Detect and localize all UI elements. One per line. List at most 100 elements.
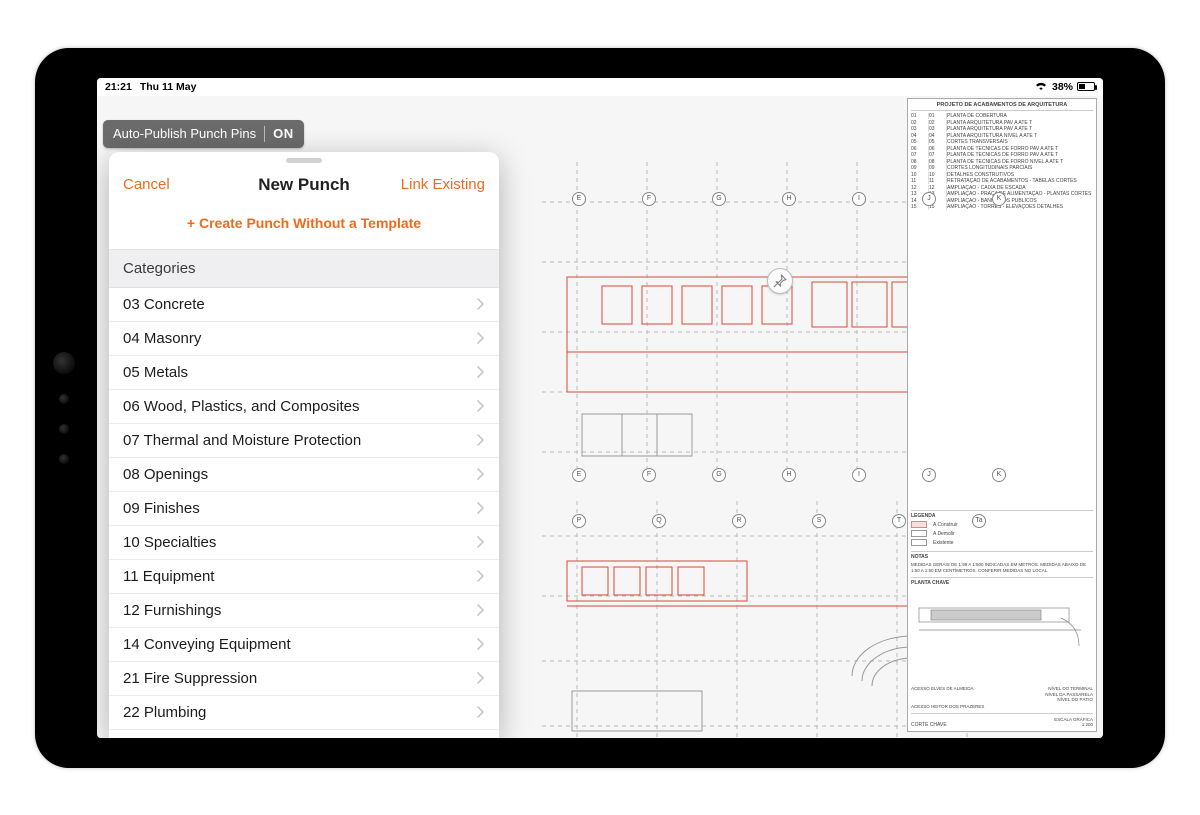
sheet-index-row: 0303PLANTA ARQUITETURA PAV A ATÉ T (911, 126, 1093, 132)
chevron-right-icon (477, 400, 485, 412)
grid-bubble: I (852, 468, 866, 482)
sheet-index-row: 0505CORTES TRANSVERSAIS (911, 139, 1093, 145)
grid-bubble: T (892, 514, 906, 528)
sheet-index-row: 0404PLANTA ARQUITETURA NÍVEL A ATÉ T (911, 133, 1093, 139)
status-date: Thu 11 May (140, 81, 197, 93)
grid-bubble: E (572, 468, 586, 482)
category-row[interactable]: 03 Concrete (109, 288, 499, 322)
tablet-camera-cluster (53, 352, 75, 464)
legend-title: LEGENDA (911, 513, 1093, 519)
titleblock-project-title: PROJETO DE ACABAMENTOS DE ARQUITETURA (911, 102, 1093, 112)
chevron-right-icon (477, 434, 485, 446)
category-row[interactable]: 07 Thermal and Moisture Protection (109, 424, 499, 458)
grid-bubble: K (992, 192, 1006, 206)
chevron-right-icon (477, 332, 485, 344)
popover-title: New Punch (258, 175, 350, 195)
punch-pin-icon[interactable] (767, 268, 793, 294)
auto-publish-label: Auto-Publish Punch Pins (113, 126, 256, 141)
sheet-index-row: 0606PLANTA DE TÉCNICAS DE FORRO PAV A AT… (911, 146, 1093, 152)
grid-bubble: J (922, 468, 936, 482)
category-label: 09 Finishes (123, 500, 200, 517)
legend-row: Existente (911, 539, 1093, 546)
status-bar: 21:21 Thu 11 May 38% (97, 78, 1103, 96)
chevron-right-icon (477, 536, 485, 548)
category-row[interactable]: 21 Fire Suppression (109, 662, 499, 696)
sheet-index-row: 0808PLANTA DE TÉCNICAS DE FORRO NÍVEL A … (911, 159, 1093, 165)
sheet-index-row: 0202PLANTA ARQUITETURA PAV A ATÉ T (911, 120, 1093, 126)
category-row[interactable]: 04 Masonry (109, 322, 499, 356)
category-row[interactable]: 22 Plumbing (109, 696, 499, 730)
chevron-right-icon (477, 298, 485, 310)
category-label: 04 Masonry (123, 330, 201, 347)
new-punch-popover: Cancel New Punch Link Existing + Create … (109, 152, 499, 738)
create-without-template-button[interactable]: + Create Punch Without a Template (109, 207, 499, 249)
category-row[interactable]: 10 Specialties (109, 526, 499, 560)
chevron-right-icon (477, 366, 485, 378)
grid-bubble: H (782, 468, 796, 482)
category-label: 22 Plumbing (123, 704, 206, 721)
grid-bubble: E (572, 192, 586, 206)
section-key-title: CORTE CHAVE (911, 722, 947, 728)
sheet-index-row: 0707PLANTA DE TÉCNICAS DE FORRO PAV A AT… (911, 152, 1093, 158)
category-row[interactable]: 05 Metals (109, 356, 499, 390)
grid-bubble: Q (652, 514, 666, 528)
grid-bubble: H (782, 192, 796, 206)
legend-row: A Demolir (911, 530, 1093, 537)
keyplan-title: PLANTA CHAVE (911, 580, 1093, 586)
grid-bubble: F (642, 468, 656, 482)
chevron-right-icon (477, 604, 485, 616)
category-row[interactable]: 11 Equipment (109, 560, 499, 594)
category-list[interactable]: 03 Concrete 04 Masonry 05 Metals 06 Wood, P… (109, 288, 499, 738)
category-label: 08 Openings (123, 466, 208, 483)
category-row[interactable]: 14 Conveying Equipment (109, 628, 499, 662)
chevron-right-icon (477, 672, 485, 684)
notes-title: NOTAS (911, 554, 1093, 560)
drawing-canvas[interactable]: Auto-Publish Punch Pins ON (97, 96, 1103, 738)
wifi-icon (1034, 80, 1048, 93)
sheet-index-row: 1111RETRATAÇÃO DE ACABAMENTOS - TABELAS … (911, 178, 1093, 184)
battery-percent: 38% (1052, 81, 1073, 93)
notes-text: MEDIDAS GERAIS DE 1:99 A 1:500 INDICADAS… (911, 562, 1093, 574)
grid-bubble: K (992, 468, 1006, 482)
category-label: 06 Wood, Plastics, and Composites (123, 398, 360, 415)
category-label: 10 Specialties (123, 534, 216, 551)
scale-value: 1:200 (1054, 722, 1093, 727)
sheet-index-row: 0101PLANTA DE COBERTURA (911, 113, 1093, 119)
category-row[interactable]: 06 Wood, Plastics, and Composites (109, 390, 499, 424)
category-label: 21 Fire Suppression (123, 670, 257, 687)
cancel-button[interactable]: Cancel (123, 163, 170, 207)
legend-row: A Construir (911, 521, 1093, 528)
grid-bubble: G (712, 468, 726, 482)
status-time: 21:21 (105, 81, 132, 93)
sheet-index-row: 1212AMPLIAÇÃO - CAIXA DE ESCADA (911, 185, 1093, 191)
chevron-right-icon (477, 570, 485, 582)
grid-bubble: F (642, 192, 656, 206)
sheet-index-row: 1010DETALHES CONSTRUTIVOS (911, 172, 1093, 178)
link-existing-button[interactable]: Link Existing (401, 163, 485, 207)
category-row[interactable]: 23 HVAC (109, 730, 499, 738)
chevron-right-icon (477, 706, 485, 718)
category-row[interactable]: 08 Openings (109, 458, 499, 492)
grid-bubble: I (852, 192, 866, 206)
grid-bubble: Ta (972, 514, 986, 528)
category-row[interactable]: 12 Furnishings (109, 594, 499, 628)
grid-bubble: S (812, 514, 826, 528)
auto-publish-toggle[interactable]: Auto-Publish Punch Pins ON (103, 120, 304, 148)
category-label: 03 Concrete (123, 296, 205, 313)
grid-bubble: G (712, 192, 726, 206)
keyplan-drawing (911, 590, 1091, 680)
grid-bubble: P (572, 514, 586, 528)
grid-bubble: J (922, 192, 936, 206)
sheet-index-row: 0909CORTES LONGITUDINAIS PARCIAIS (911, 165, 1093, 171)
grid-bubble: R (732, 514, 746, 528)
tablet-frame: 21:21 Thu 11 May 38% Auto-Publish Punch … (35, 48, 1165, 768)
auto-publish-state: ON (273, 126, 294, 141)
category-label: 14 Conveying Equipment (123, 636, 291, 653)
chevron-right-icon (477, 502, 485, 514)
chevron-right-icon (477, 638, 485, 650)
category-label: 11 Equipment (123, 568, 214, 585)
category-row[interactable]: 09 Finishes (109, 492, 499, 526)
category-label: 07 Thermal and Moisture Protection (123, 432, 361, 449)
chevron-right-icon (477, 468, 485, 480)
category-label: 12 Furnishings (123, 602, 221, 619)
